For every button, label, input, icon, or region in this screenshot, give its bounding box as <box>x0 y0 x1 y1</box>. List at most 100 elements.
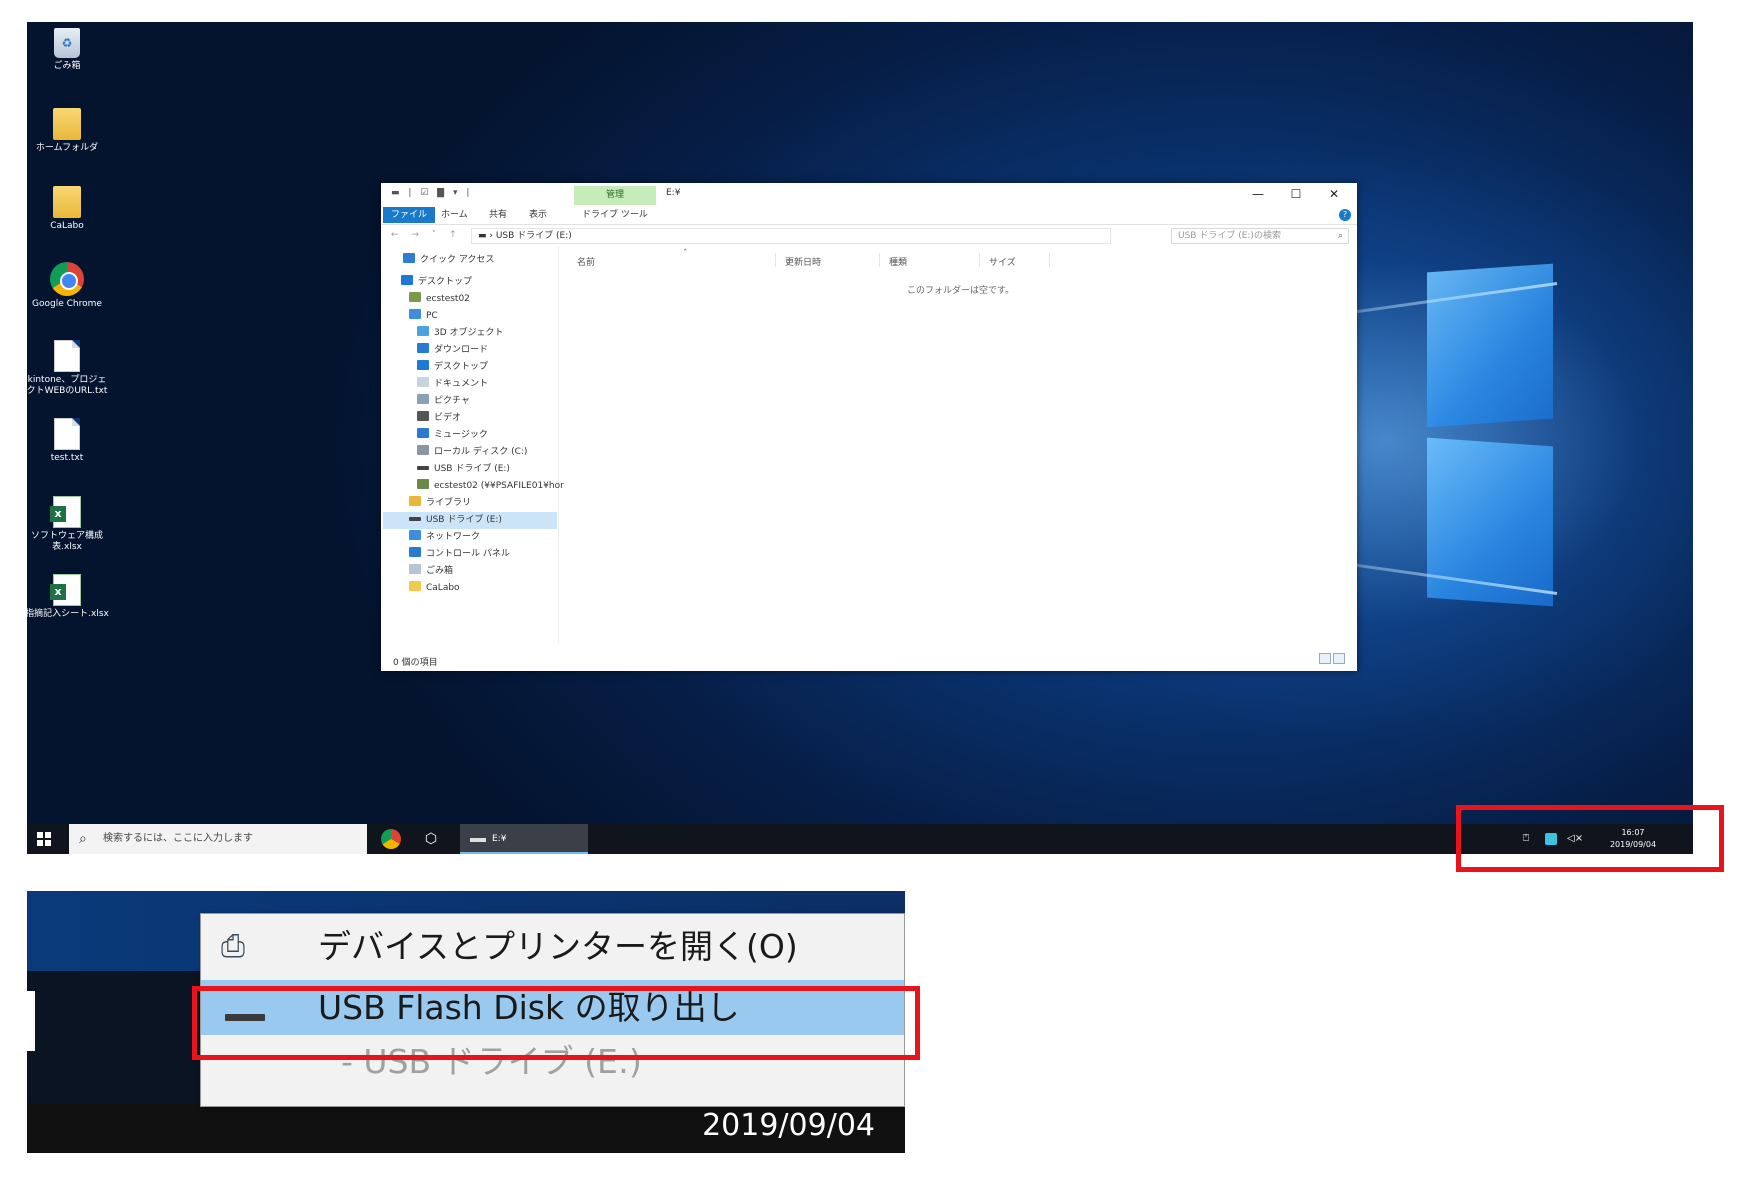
column-divider[interactable] <box>1049 253 1050 267</box>
start-button[interactable] <box>37 832 51 846</box>
nav-item-music[interactable]: ミュージック <box>417 427 488 444</box>
nav-item-label: デスクトップ <box>434 362 489 372</box>
maximize-button[interactable]: ☐ <box>1281 186 1311 202</box>
address-row: ← → ˅ ↑ ▬ › USB ドライブ (E:) USB ドライブ (E:)の… <box>381 226 1357 246</box>
pc-icon <box>409 309 421 319</box>
taskbar: ⌕ 検索するには、ここに入力します ⬡ E:¥ ⍞ ◁× 16:07 2019/… <box>27 824 1693 854</box>
nav-item-libraries[interactable]: ライブラリ <box>409 495 471 512</box>
desktop-icon-kintone-txt[interactable]: kintone、プロジェクトWEBのURL.txt <box>27 340 109 397</box>
music-icon <box>417 428 429 438</box>
recycle-bin-icon: ♻ <box>54 28 80 58</box>
hard-disk-icon <box>417 445 429 455</box>
large-icons-view-button[interactable] <box>1333 653 1345 664</box>
tab-share[interactable]: 共有 <box>481 207 515 223</box>
desktop-icon-label: kintone、プロジェクトWEBのURL.txt <box>27 375 108 396</box>
nav-item-usb-drive-pc[interactable]: USB ドライブ (E:) <box>417 461 510 478</box>
nav-item-downloads[interactable]: ダウンロード <box>417 342 488 359</box>
cube-icon <box>417 326 429 336</box>
desktop-icon-home-folder[interactable]: ホームフォルダ <box>27 108 109 154</box>
minimize-button[interactable]: — <box>1243 186 1273 202</box>
ribbon-tabs: ファイル ホーム 共有 表示 ドライブ ツール ? <box>381 205 1357 225</box>
help-icon[interactable]: ? <box>1339 209 1351 221</box>
column-header-modified[interactable]: 更新日時 <box>785 255 821 268</box>
desktop-icon-review-xlsx[interactable]: x 指摘記入シート.xlsx <box>27 574 109 620</box>
column-divider[interactable] <box>979 253 980 267</box>
desktop-icon-label: 指摘記入シート.xlsx <box>27 609 109 619</box>
control-panel-icon <box>409 547 421 557</box>
title-bar[interactable]: ▬ | ☑ ▇ ▾ | 管理 E:¥ — ☐ ✕ <box>381 183 1357 205</box>
tab-file[interactable]: ファイル <box>383 207 436 223</box>
desktop-icon-calabo[interactable]: CaLabo <box>27 186 109 232</box>
quick-access-toolbar[interactable]: ▬ | ☑ ▇ ▾ | <box>391 188 472 198</box>
nav-item-pc[interactable]: PC <box>409 308 438 325</box>
nav-item-local-disk[interactable]: ローカル ディスク (C:) <box>417 444 527 461</box>
desktop-icon-label: test.txt <box>50 453 84 463</box>
column-header-type[interactable]: 種類 <box>889 255 907 268</box>
zoom-taskbar: 2019/09/04 <box>27 1103 905 1153</box>
address-bar[interactable]: ▬ › USB ドライブ (E:) <box>471 228 1111 244</box>
desktop-icon-recycle-bin[interactable]: ♻ ごみ箱 <box>27 28 109 72</box>
nav-item-videos[interactable]: ビデオ <box>417 410 461 427</box>
highlight-box-tray <box>1456 805 1724 872</box>
nav-item-label: USB ドライブ (E:) <box>426 515 502 525</box>
tab-drive-tools[interactable]: ドライブ ツール <box>574 207 656 223</box>
highlight-box-eject <box>192 986 920 1060</box>
column-divider[interactable] <box>775 253 776 267</box>
nav-item-3d-objects[interactable]: 3D オブジェクト <box>417 325 504 342</box>
nav-item-pictures[interactable]: ピクチャ <box>417 393 470 410</box>
taskbar-app-explorer[interactable]: E:¥ <box>460 824 588 854</box>
column-divider[interactable] <box>879 253 880 267</box>
nav-item-control-panel[interactable]: コントロール パネル <box>409 546 510 563</box>
nav-item-label: クイック アクセス <box>420 255 495 265</box>
nav-item-label: ネットワーク <box>426 532 481 542</box>
desktop-icon-google-chrome[interactable]: Google Chrome <box>27 262 109 310</box>
chrome-icon[interactable] <box>381 829 401 849</box>
usb-drive-icon <box>470 838 486 842</box>
nav-arrows[interactable]: ← → ˅ ↑ <box>391 230 462 240</box>
folder-icon <box>409 581 421 591</box>
search-input[interactable]: USB ドライブ (E:)の検索 ⌕ <box>1171 228 1349 244</box>
nav-item-label: ミュージック <box>434 430 488 440</box>
tab-view[interactable]: 表示 <box>521 207 555 223</box>
details-view-button[interactable] <box>1319 653 1331 664</box>
nav-item-label: ライブラリ <box>426 498 472 508</box>
nav-item-calabo[interactable]: CaLabo <box>409 580 460 597</box>
tab-home[interactable]: ホーム <box>433 207 476 223</box>
nav-item-label: PC <box>426 311 438 321</box>
excel-file-icon: x <box>50 496 81 528</box>
recycle-bin-icon <box>409 564 421 574</box>
nav-item-recycle-bin[interactable]: ごみ箱 <box>409 563 453 580</box>
video-icon <box>417 411 429 421</box>
nav-item-quick-access[interactable]: クイック アクセス <box>403 252 494 269</box>
nav-item-label: CaLabo <box>426 583 460 593</box>
column-header-name[interactable]: 名前 <box>577 255 595 268</box>
taskbar-search-box[interactable]: ⌕ 検索するには、ここに入力します <box>69 824 367 854</box>
nav-item-label: ドキュメント <box>434 379 489 389</box>
menu-item-open-devices-printers[interactable]: ⎙ デバイスとプリンターを開く(O) <box>201 919 904 974</box>
nav-item-usb-drive-selected[interactable]: USB ドライブ (E:) <box>383 512 557 529</box>
nav-item-network[interactable]: ネットワーク <box>409 529 480 546</box>
nav-item-label: ビデオ <box>434 413 462 423</box>
menu-item-label: デバイスとプリンターを開く(O) <box>318 927 798 966</box>
nav-item-user[interactable]: ecstest02 <box>409 291 470 308</box>
column-header-size[interactable]: サイズ <box>989 255 1016 268</box>
wallpaper-logo-pane <box>1427 437 1553 607</box>
desktop-icon-software-xlsx[interactable]: x ソフトウェア構成表.xlsx <box>27 496 109 553</box>
desktop-icon-test-txt[interactable]: test.txt <box>27 418 109 464</box>
virtualbox-icon[interactable]: ⬡ <box>421 829 441 849</box>
taskbar-app-label: E:¥ <box>492 834 507 844</box>
close-button[interactable]: ✕ <box>1319 186 1349 202</box>
desktop-icon-label: Google Chrome <box>32 299 102 309</box>
nav-item-network-share[interactable]: ecstest02 (¥¥PSAFILE01¥hor <box>417 478 564 495</box>
user-icon <box>409 292 421 302</box>
chrome-icon <box>50 262 84 296</box>
nav-item-label: コントロール パネル <box>426 549 510 559</box>
file-explorer-window[interactable]: ▬ | ☑ ▇ ▾ | 管理 E:¥ — ☐ ✕ ファイル ホーム 共有 表示 … <box>381 183 1357 671</box>
nav-item-documents[interactable]: ドキュメント <box>417 376 488 393</box>
tab-manage[interactable]: 管理 <box>574 186 656 205</box>
search-icon: ⌕ <box>79 831 87 847</box>
nav-item-desktop[interactable]: デスクトップ <box>401 274 472 291</box>
window-title: E:¥ <box>666 188 681 198</box>
nav-item-desktop-pc[interactable]: デスクトップ <box>417 359 488 376</box>
desktop-icon-label: CaLabo <box>50 221 84 231</box>
